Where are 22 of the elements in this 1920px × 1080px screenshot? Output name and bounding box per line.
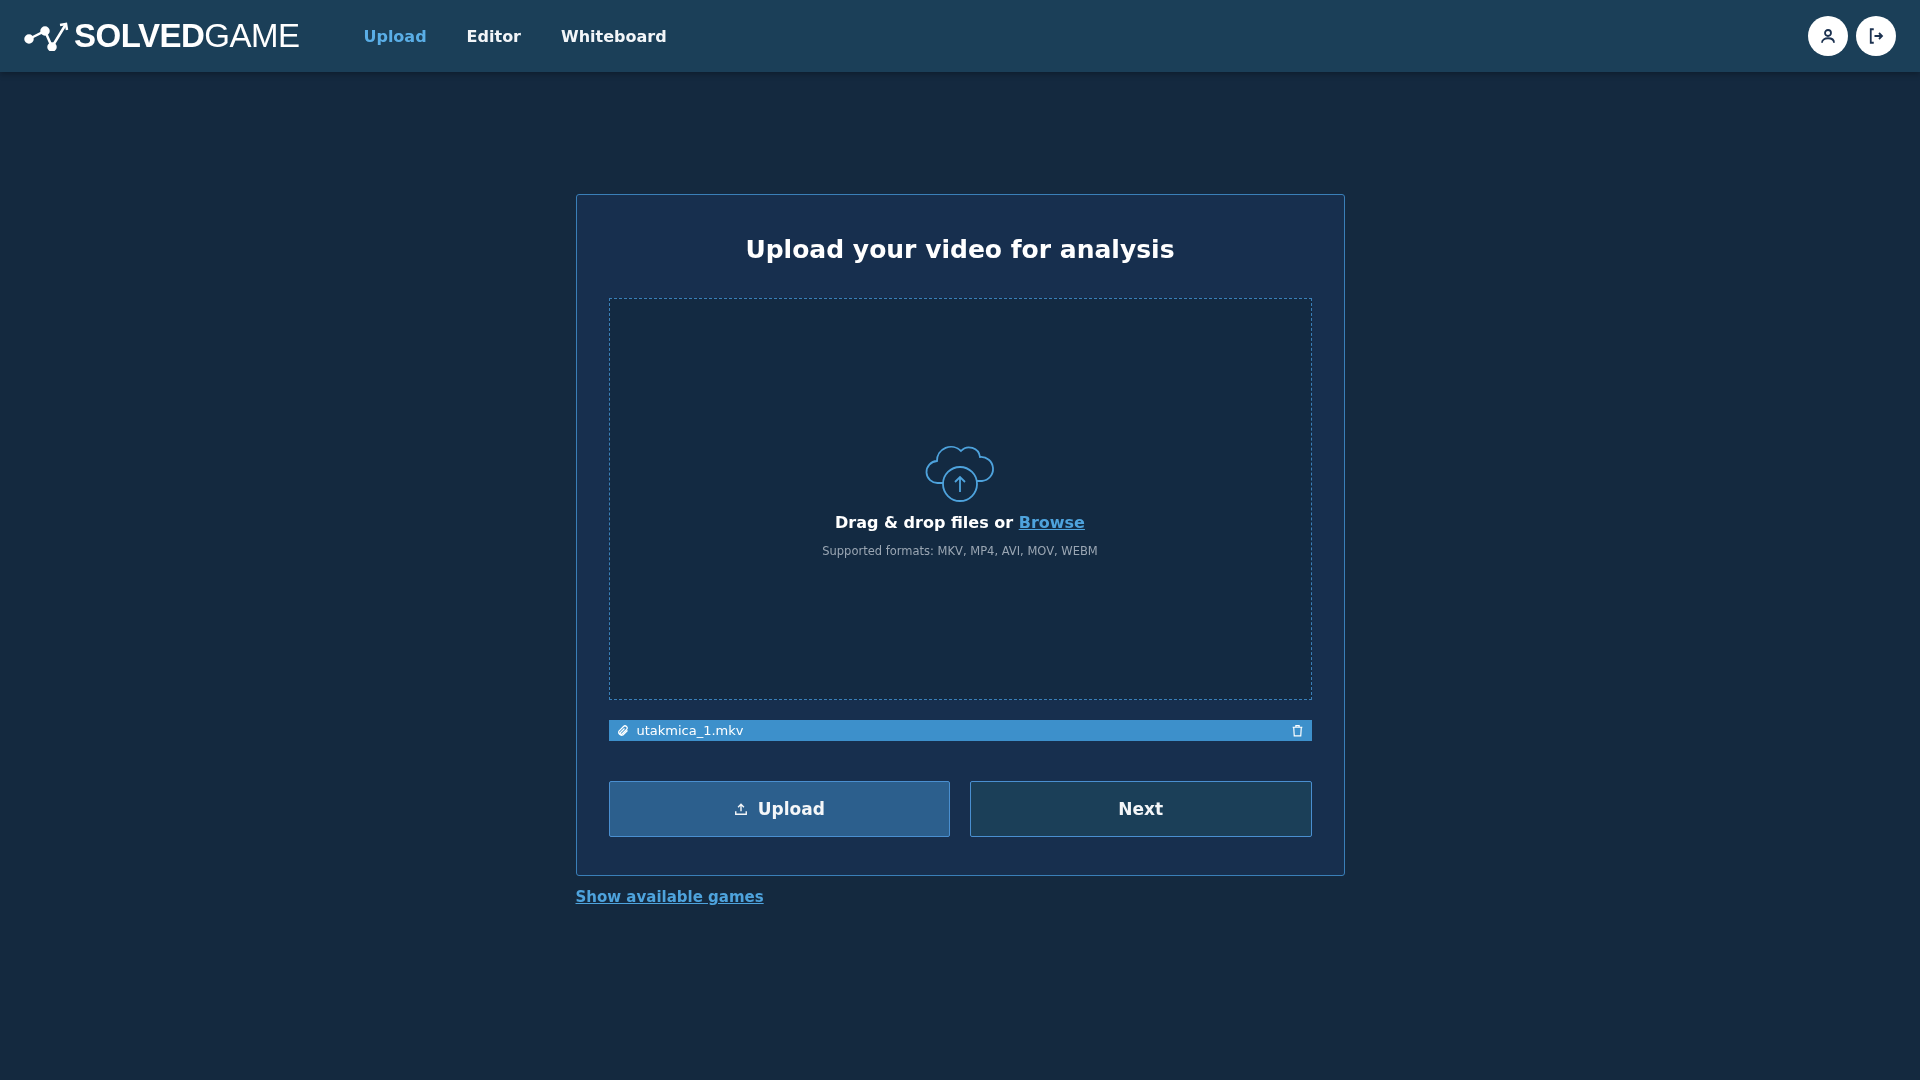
user-icon (1819, 27, 1837, 45)
profile-button[interactable] (1808, 16, 1848, 56)
card-title: Upload your video for analysis (744, 235, 1176, 264)
paperclip-icon (616, 724, 629, 737)
trash-icon (1290, 724, 1304, 737)
supported-formats-text: Supported formats: MKV, MP4, AVI, MOV, WEBM (822, 543, 1098, 558)
nav-link[interactable]: Whiteboard (561, 26, 667, 46)
show-games-link[interactable]: Show available games (575, 888, 764, 906)
chart-line-logo-icon (24, 21, 70, 51)
drop-zone[interactable]: Drag & drop files or Browse Supported formats: MKV, MP4, AVI, MOV, WEBM (608, 298, 1312, 700)
upload-button[interactable]: Upload (608, 781, 950, 837)
upload-icon (733, 802, 748, 816)
drop-prompt: Drag & drop files or Browse (835, 512, 1085, 532)
next-button[interactable]: Next (970, 781, 1312, 837)
nav-link[interactable]: Editor (466, 26, 521, 46)
browse-link[interactable]: Browse (1018, 512, 1085, 532)
logout-button[interactable] (1856, 16, 1896, 56)
delete-button[interactable] (1290, 724, 1304, 737)
logout-icon (1867, 27, 1885, 45)
nav-link[interactable]: Upload (363, 26, 427, 46)
logo-text: SOLVEDGAME (74, 17, 300, 55)
file-name: utakmica_1.mkv (636, 723, 744, 738)
